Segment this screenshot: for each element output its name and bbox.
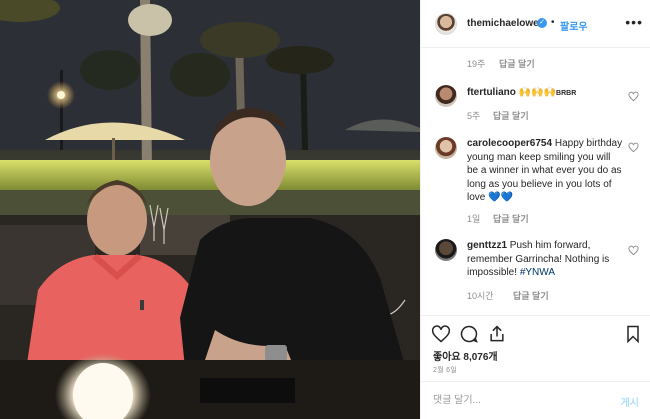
comment-text: genttzz1 Push him forward, remember Garr… [467,239,623,280]
comment-suffix: BRBR [556,90,577,97]
action-bar [421,315,650,351]
reply-button[interactable]: 답글 달기 [513,289,549,302]
author-avatar[interactable] [435,13,457,35]
comment-username[interactable]: carolecooper6754 [467,138,552,149]
comment-box: 게시 [421,381,650,419]
follow-button[interactable]: 팔로우 [560,18,588,33]
verified-badge-icon: ✓ [537,18,547,28]
caption-time: 19주 [467,59,486,69]
comment-body: 🙌🙌🙌 [518,87,557,98]
comment-icon[interactable] [459,324,479,344]
comment-username[interactable]: genttzz1 [467,240,507,251]
comment-hashtag[interactable]: #YNWA [520,267,555,278]
comment-like-heart-icon[interactable] [628,245,639,256]
commenter-avatar[interactable] [435,239,457,261]
post-photo-scene [0,0,420,419]
comment-username[interactable]: ftertuliano [467,87,516,98]
post-header: themichaelowen ✓ • 팔로우 ••• [421,0,650,48]
post-side-panel: themichaelowen ✓ • 팔로우 ••• 19주 답글 달기 fte… [420,0,650,419]
bookmark-icon[interactable] [623,324,643,344]
separator-dot: • [551,17,555,28]
comment-text: ftertuliano 🙌🙌🙌BRBR [467,86,627,101]
post-photo[interactable] [0,0,420,419]
author-username[interactable]: themichaelowen [467,18,545,29]
reply-button[interactable]: 답글 달기 [493,212,529,225]
comment-time: 1일 [467,214,481,224]
reply-button[interactable]: 답글 달기 [493,109,529,122]
commenter-avatar[interactable] [435,85,457,107]
comment-time: 5주 [467,111,481,121]
more-options-icon[interactable]: ••• [625,14,643,30]
share-icon[interactable] [487,324,507,344]
comment-list[interactable]: 19주 답글 달기 ftertuliano 🙌🙌🙌BRBR 5주 답글 달기 c… [421,49,650,311]
commenter-avatar[interactable] [435,137,457,159]
comment-text: carolecooper6754 Happy birthday young ma… [467,137,623,205]
reply-button[interactable]: 답글 달기 [499,57,535,70]
comment-time: 10시간 [467,291,494,301]
like-count[interactable]: 좋아요 8,076개 [433,348,498,363]
post-date: 2월 6일 [433,367,458,374]
comment-like-heart-icon[interactable] [628,142,639,153]
comment-input[interactable] [433,392,603,408]
post-comment-button[interactable]: 게시 [621,394,639,409]
comment-like-heart-icon[interactable] [628,91,639,102]
heart-icon[interactable] [431,324,451,344]
